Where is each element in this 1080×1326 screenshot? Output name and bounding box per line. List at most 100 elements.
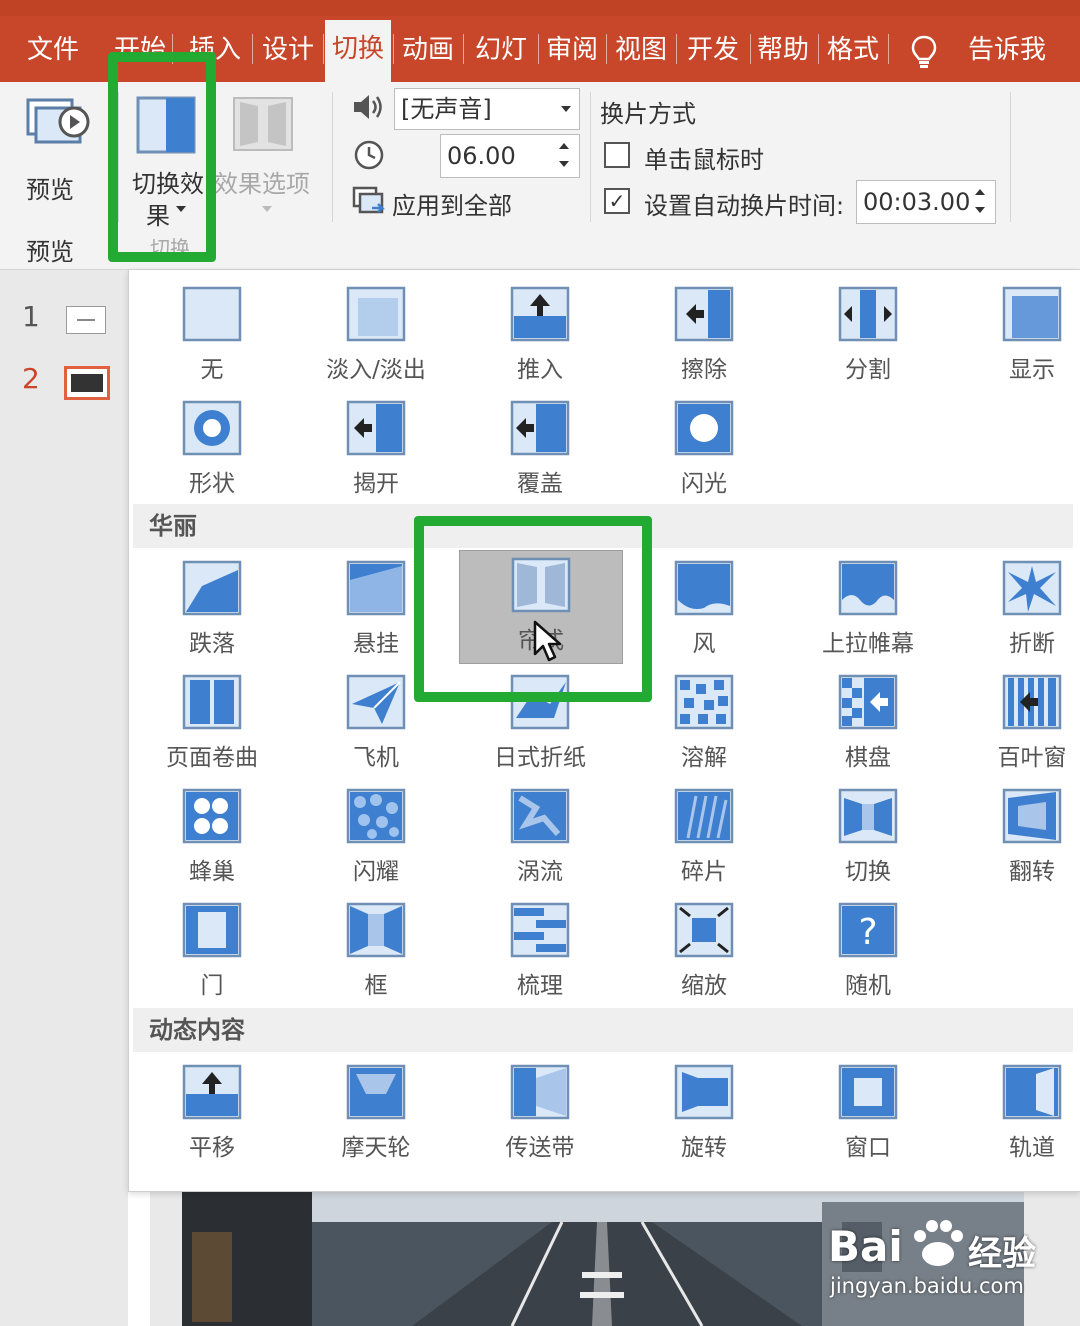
slide-thumbnail-panel: 1 2 [0,270,128,1326]
section-header-exciting: 华丽 [133,504,1073,548]
transition-tile-fracture[interactable]: 折断 [957,554,1080,666]
tab-8[interactable]: 视图 [608,22,674,78]
shred-icon [674,788,734,844]
glitter-icon [346,788,406,844]
slide-thumbnail[interactable] [66,306,106,334]
transition-tile-vortex[interactable]: 涡流 [465,782,615,894]
preview-group-label: 预览 [26,238,74,266]
tab-separator [172,34,173,64]
transition-tile-uncover[interactable]: 揭开 [301,394,451,506]
transition-tile-random[interactable]: ? 随机 [793,896,943,1008]
transition-tile-page-curl[interactable]: 页面卷曲 [137,668,287,780]
transition-tile-label: 平移 [189,1135,235,1161]
slide-number-selected: 2 [22,362,40,395]
transition-tile-box[interactable]: 框 [301,896,451,1008]
tab-7[interactable]: 审阅 [540,22,604,78]
tab-0[interactable]: 文件 [10,22,96,78]
on-click-option[interactable]: 单击鼠标时 [604,138,804,174]
tab-5[interactable]: 动画 [395,22,461,78]
auto-advance-time-value: 00:03.00 [863,188,971,216]
sound-select[interactable]: [无声音] [394,88,580,130]
transition-tile-conveyor[interactable]: 传送带 [465,1058,615,1170]
transition-tile-label: 翻转 [1009,859,1055,885]
spinner-up-icon[interactable] [559,143,569,149]
transition-tile-label: 无 [200,357,224,383]
switch-icon [838,788,898,844]
transition-tile-push[interactable]: 推入 [465,280,615,392]
transition-tile-label: 推入 [517,357,563,383]
tab-1[interactable]: 开始 [110,22,170,78]
tab-3[interactable]: 设计 [255,22,321,78]
transition-tile-split[interactable]: 分割 [793,280,943,392]
auto-advance-option[interactable]: ✓ 设置自动换片时间: [604,184,854,220]
vortex-icon [510,788,570,844]
transition-tile-flip[interactable]: 翻转 [957,782,1080,894]
transition-effects-button[interactable]: 切换效 果 [128,92,204,230]
spinner-up-icon[interactable] [975,189,985,195]
transition-tile-pan[interactable]: 平移 [137,1058,287,1170]
tab-12[interactable]: 告诉我 [952,22,1062,78]
transition-tile-cover[interactable]: 覆盖 [465,394,615,506]
tab-11[interactable]: 格式 [820,22,886,78]
transition-tile-dissolve[interactable]: 溶解 [629,668,779,780]
transition-tile-orbit[interactable]: 轨道 [957,1058,1080,1170]
zoom-icon [674,902,734,958]
transition-tile-glitter[interactable]: 闪耀 [301,782,451,894]
auto-advance-time-input[interactable]: 00:03.00 [856,180,996,224]
tab-9[interactable]: 开发 [678,22,748,78]
effect-options-label: 效果选项 [214,170,310,198]
watermark-url: jingyan.baidu.com [830,1274,1024,1298]
duration-input[interactable]: 06.00 [440,134,580,178]
on-click-checkbox[interactable] [604,142,630,168]
transition-tile-rotate[interactable]: 旋转 [629,1058,779,1170]
transition-tile-prestige[interactable]: 上拉帷幕 [793,554,943,666]
transition-tile-ferris-wheel[interactable]: 摩天轮 [301,1058,451,1170]
transition-tile-checkerboard[interactable]: 棋盘 [793,668,943,780]
transition-tile-shred[interactable]: 碎片 [629,782,779,894]
transition-tile-label: 揭开 [353,471,399,497]
slide-thumbnail-selected[interactable] [64,366,110,400]
tab-6[interactable]: 幻灯 [466,22,536,78]
transition-tile-comb[interactable]: 梳理 [465,896,615,1008]
flash-icon [674,400,734,456]
spinner-down-icon[interactable] [975,207,985,213]
svg-text:?: ? [858,912,877,953]
transition-tile-label: 形状 [189,471,235,497]
transition-tile-label: 门 [200,973,224,999]
lightbulb-icon[interactable] [910,34,938,70]
transition-tile-drape[interactable]: 悬挂 [301,554,451,666]
transition-tile-honeycomb[interactable]: 蜂巢 [137,782,287,894]
apply-to-all-button[interactable]: 应用到全部 [352,182,532,222]
transition-tile-airplane[interactable]: 飞机 [301,668,451,780]
transition-tile-label: 飞机 [353,745,399,771]
transition-tile-reveal[interactable]: 显示 [957,280,1080,392]
transition-tile-fall-over[interactable]: 跌落 [137,554,287,666]
transition-tile-label: 摩天轮 [341,1135,411,1161]
auto-advance-checkbox[interactable]: ✓ [604,188,630,214]
tab-separator [252,34,253,64]
transition-tile-zoom[interactable]: 缩放 [629,896,779,1008]
transition-tile-wipe[interactable]: 擦除 [629,280,779,392]
transition-tile-switch[interactable]: 切换 [793,782,943,894]
transition-tile-label: 覆盖 [517,471,563,497]
tab-2[interactable]: 插入 [180,22,250,78]
transition-tile-origami[interactable]: 日式折纸 [465,668,615,780]
sound-select-value: [无声音] [401,95,492,123]
effect-options-button[interactable]: 效果选项 [214,92,314,222]
preview-button[interactable]: 预览 [16,92,96,204]
transition-tile-flash[interactable]: 闪光 [629,394,779,506]
tab-10[interactable]: 帮助 [750,22,816,78]
fade-icon [346,286,406,342]
transition-tile-wind[interactable]: 风 [629,554,779,666]
transition-tile-fade[interactable]: 淡入/淡出 [301,280,451,392]
spinner-down-icon[interactable] [559,161,569,167]
transition-tile-shape[interactable]: 形状 [137,394,287,506]
transition-tile-none[interactable]: 无 [137,280,287,392]
transition-tile-window[interactable]: 窗口 [793,1058,943,1170]
transition-tile-doors[interactable]: 门 [137,896,287,1008]
slide-editing-area: Bai 经验 jingyan.baidu.com [150,1192,1080,1326]
tab-4[interactable]: 切换 [325,20,391,82]
transition-tile-blinds[interactable]: 百叶窗 [957,668,1080,780]
transition-tile-label: 显示 [1009,357,1055,383]
cover-icon [510,400,570,456]
